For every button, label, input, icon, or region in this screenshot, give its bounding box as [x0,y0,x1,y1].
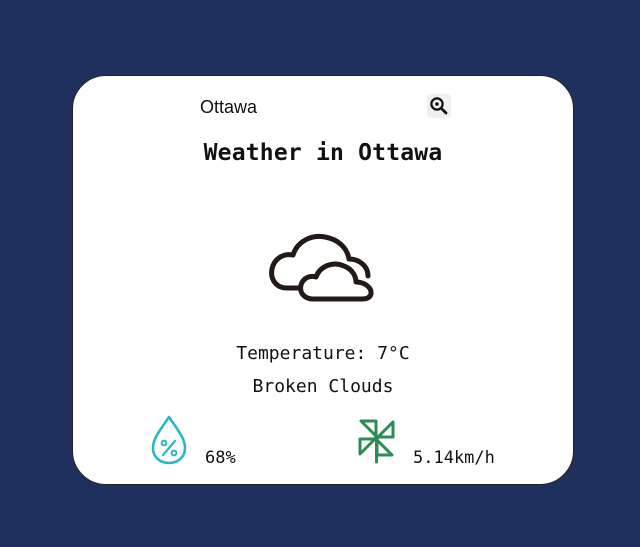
page-title: Weather in Ottawa [203,140,443,166]
search-icon [430,97,448,115]
search-input[interactable] [198,94,422,120]
temperature-text: Temperature: 7°C [236,343,410,364]
weather-card: Weather in Ottawa Temperature: 7°C Broke… [72,75,574,485]
humidity-icon [151,415,187,465]
weather-description: Broken Clouds [252,376,394,397]
wind-icon [358,419,395,464]
wind-value: 5.14km/h [413,448,495,468]
broken-clouds-icon [269,233,374,302]
search-button[interactable] [427,94,451,118]
humidity-value: 68% [205,448,236,468]
